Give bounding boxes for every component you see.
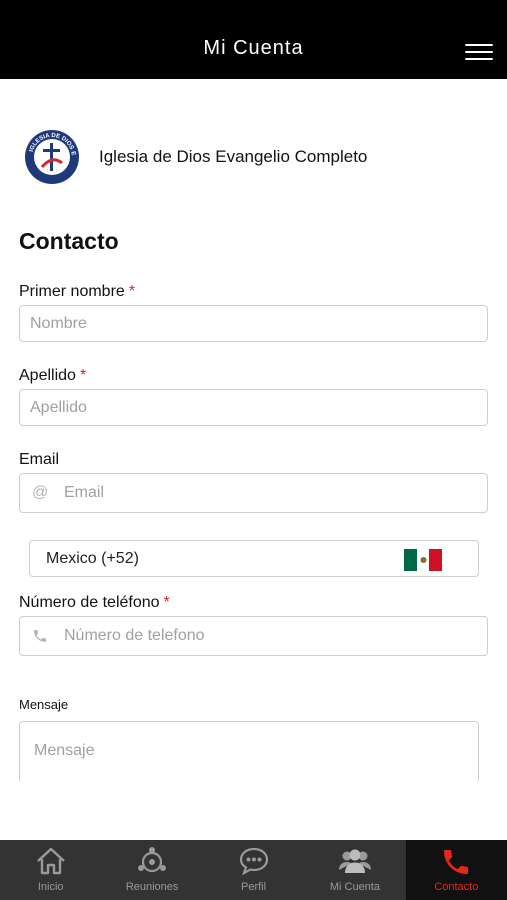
church-logo: IGLESIA DE DIOS EC (24, 129, 79, 184)
phone-label: Número de teléfono * (19, 594, 170, 611)
home-icon (36, 847, 65, 875)
phone-input[interactable] (20, 617, 487, 655)
email-input[interactable] (20, 474, 487, 512)
tab-inicio[interactable]: Inicio (0, 840, 101, 900)
hamburger-menu-icon[interactable] (465, 42, 495, 62)
phone-icon (444, 850, 469, 874)
first-name-field[interactable] (19, 305, 488, 342)
tab-label: Reuniones (125, 881, 179, 893)
required-mark: * (163, 594, 170, 611)
message-label: Mensaje (19, 697, 69, 712)
mexico-flag-icon (404, 549, 443, 571)
tab-label: Perfil (240, 881, 267, 893)
country-code-value: Mexico (+52) (46, 550, 139, 567)
form-title: Contacto (19, 228, 119, 254)
last-name-field[interactable] (19, 389, 488, 426)
tab-reuniones[interactable]: Reuniones (101, 840, 202, 900)
tab-contacto[interactable]: Contacto (405, 840, 507, 900)
tab-perfil[interactable]: Perfil (203, 840, 304, 900)
email-label: Email (19, 451, 60, 468)
church-banner: IGLESIA DE DIOS EC Iglesia de Dios Evang… (24, 129, 464, 185)
first-name-input[interactable] (20, 306, 487, 341)
app-header: Mi Cuenta (0, 0, 507, 79)
country-code-select[interactable]: Mexico (+52) (29, 540, 479, 577)
church-name: Iglesia de Dios Evangelio Completo (99, 147, 368, 166)
required-mark: * (79, 367, 87, 384)
tab-label: Mi Cuenta (329, 881, 380, 893)
chat-bubble-icon (239, 847, 268, 876)
tab-label: Inicio (37, 881, 64, 893)
tab-mi-cuenta[interactable]: Mi Cuenta (304, 840, 405, 900)
phone-field[interactable] (19, 616, 488, 656)
first-name-label: Primer nombre * (19, 283, 136, 300)
bottom-tab-bar: Inicio Reuniones Perfil Mi Cuenta Contac… (0, 840, 507, 900)
required-mark: * (128, 283, 136, 300)
last-name-label: Apellido * (19, 367, 87, 384)
group-icon (338, 849, 371, 873)
people-circle-icon (138, 847, 167, 873)
last-name-input[interactable] (20, 390, 487, 425)
email-field[interactable]: @ (19, 473, 488, 513)
tab-label: Contacto (434, 881, 479, 893)
message-field[interactable] (19, 721, 479, 781)
message-input[interactable] (20, 722, 478, 781)
page-title: Mi Cuenta (203, 37, 304, 59)
